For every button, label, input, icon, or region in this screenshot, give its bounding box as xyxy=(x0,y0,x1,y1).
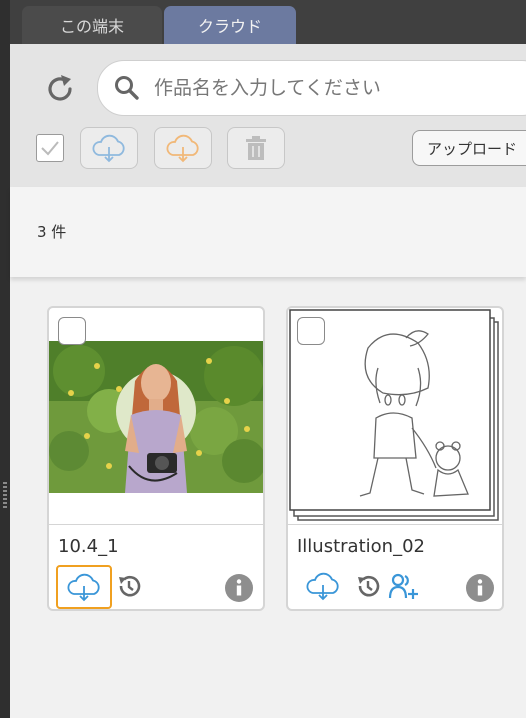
artwork-card[interactable]: Illustration_02 xyxy=(286,306,504,611)
select-all-checkbox[interactable] xyxy=(36,134,64,162)
card-title[interactable]: 10.4_1 xyxy=(58,536,119,557)
artwork-card[interactable]: 10.4_1 xyxy=(47,306,265,611)
toolbar: アップロード xyxy=(10,44,526,187)
tab-cloud[interactable]: クラウド xyxy=(164,6,296,44)
left-panel-edge xyxy=(0,0,10,718)
thumbnail-photo xyxy=(49,341,263,493)
item-count: 3 件 xyxy=(37,223,67,241)
info-button[interactable] xyxy=(464,572,496,604)
tab-bar: この端末 クラウド xyxy=(10,0,526,44)
history-icon xyxy=(358,575,380,597)
cloud-download-icon xyxy=(306,572,339,601)
download-original-button[interactable] xyxy=(154,127,212,169)
resize-grip[interactable] xyxy=(3,482,7,510)
cloud-download-icon xyxy=(92,134,125,163)
card-checkbox[interactable] xyxy=(58,317,86,345)
card-title[interactable]: Illustration_02 xyxy=(297,536,425,557)
checkmark-icon xyxy=(41,141,59,156)
search-icon xyxy=(115,76,139,100)
refresh-icon[interactable] xyxy=(42,71,78,107)
share-users-button[interactable] xyxy=(388,570,420,602)
count-bar: 3 件 xyxy=(10,187,526,277)
history-icon xyxy=(119,575,141,597)
cloud-download-button[interactable] xyxy=(302,570,344,602)
cloud-download-orange-icon xyxy=(166,134,199,163)
cloud-panel: アップロード 3 件 xyxy=(10,44,526,718)
thumbnail-area xyxy=(288,308,502,525)
info-button[interactable] xyxy=(223,572,255,604)
info-icon xyxy=(466,574,494,602)
search-input[interactable] xyxy=(152,73,516,103)
share-users-icon xyxy=(388,573,418,599)
history-button[interactable] xyxy=(113,570,145,602)
trash-icon xyxy=(246,136,266,160)
history-button[interactable] xyxy=(352,570,384,602)
tab-this-device[interactable]: この端末 xyxy=(22,6,162,44)
search-box xyxy=(97,60,526,116)
delete-button[interactable] xyxy=(227,127,285,169)
card-checkbox[interactable] xyxy=(297,317,325,345)
cloud-download-icon xyxy=(67,573,100,602)
upload-button[interactable]: アップロード xyxy=(412,130,526,166)
cloud-download-button[interactable] xyxy=(56,565,112,609)
info-icon xyxy=(225,574,253,602)
download-button[interactable] xyxy=(80,127,138,169)
thumbnail-area xyxy=(49,308,263,525)
